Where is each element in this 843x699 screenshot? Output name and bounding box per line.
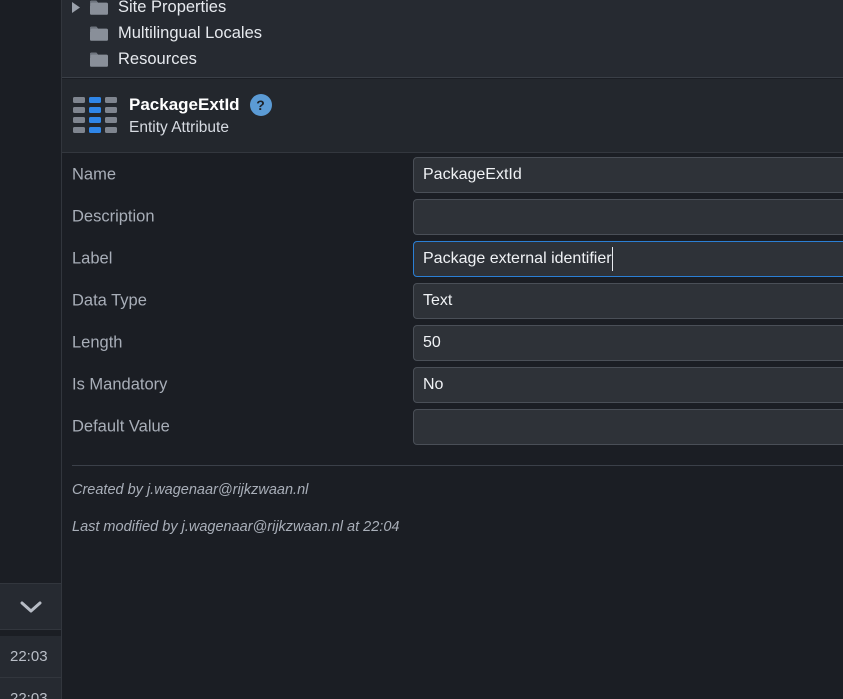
- meta-divider: [72, 465, 843, 466]
- attribute-form: Name Description Label Data Type Length …: [62, 154, 843, 448]
- folder-icon: [90, 26, 108, 41]
- is-mandatory-input[interactable]: [413, 367, 843, 403]
- form-row-description: Description: [62, 196, 843, 238]
- form-row-is-mandatory: Is Mandatory: [62, 364, 843, 406]
- tree-item-site-properties[interactable]: Site Properties: [62, 0, 843, 20]
- application-window: 22:03 22:03 Site Properties Multilingual…: [0, 0, 843, 699]
- expand-arrow-icon[interactable]: [62, 1, 90, 13]
- tree-item-label: Resources: [118, 49, 197, 68]
- field-label: Description: [72, 207, 155, 226]
- entity-header-text: PackageExtId ? Entity Attribute: [129, 94, 272, 137]
- tree-item-label: Multilingual Locales: [118, 23, 262, 42]
- folder-icon: [90, 52, 108, 67]
- entity-title-row: PackageExtId ?: [129, 94, 272, 116]
- folder-icon: [90, 0, 108, 15]
- entity-header: PackageExtId ? Entity Attribute: [62, 79, 843, 153]
- field-label: Name: [72, 165, 117, 184]
- rail-timestamp[interactable]: 22:03: [0, 636, 61, 678]
- field-label: Length: [72, 333, 123, 352]
- length-input[interactable]: [413, 325, 843, 361]
- tree-item-resources[interactable]: Resources: [62, 46, 843, 72]
- description-input[interactable]: [413, 199, 843, 235]
- entity-name: PackageExtId: [129, 95, 240, 114]
- rail-collapse-button[interactable]: [0, 583, 61, 630]
- form-row-length: Length: [62, 322, 843, 364]
- navigation-tree: Site Properties Multilingual Locales Res…: [62, 0, 843, 78]
- form-row-name: Name: [62, 154, 843, 196]
- table-grid-icon: [73, 96, 117, 133]
- created-by-text: Created by j.wagenaar@rijkzwaan.nl: [72, 482, 309, 498]
- label-input[interactable]: [413, 241, 843, 277]
- entity-subtitle: Entity Attribute: [129, 119, 229, 136]
- tree-item-label: Site Properties: [118, 0, 227, 16]
- form-row-data-type: Data Type: [62, 280, 843, 322]
- chevron-down-icon: [20, 601, 41, 612]
- tree-item-multilingual-locales[interactable]: Multilingual Locales: [62, 20, 843, 46]
- rail-timestamp[interactable]: 22:03: [0, 678, 61, 699]
- form-row-label: Label: [62, 238, 843, 280]
- left-rail: 22:03 22:03: [0, 0, 62, 699]
- text-cursor: [612, 247, 613, 271]
- last-modified-text: Last modified by j.wagenaar@rijkzwaan.nl…: [72, 519, 400, 535]
- help-icon[interactable]: ?: [249, 94, 272, 116]
- field-label: Default Value: [72, 417, 170, 436]
- default-value-input[interactable]: [413, 409, 843, 445]
- field-label: Is Mandatory: [72, 375, 168, 394]
- name-input[interactable]: [413, 157, 843, 193]
- data-type-input[interactable]: [413, 283, 843, 319]
- field-label: Label: [72, 249, 113, 268]
- field-label: Data Type: [72, 291, 147, 310]
- form-row-default-value: Default Value: [62, 406, 843, 448]
